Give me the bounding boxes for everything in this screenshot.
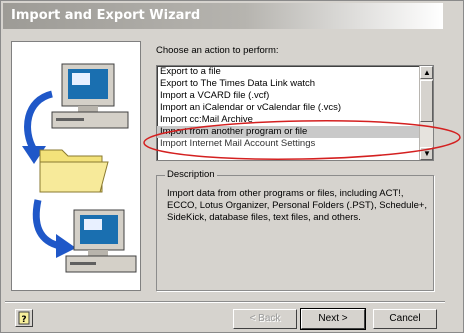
description-group: Description Import data from other progr… [156, 169, 434, 291]
title-bar: Import and Export Wizard [3, 3, 443, 29]
scroll-thumb[interactable] [420, 80, 433, 122]
listbox-scrollbar[interactable]: ▲ ▼ [419, 66, 433, 160]
scroll-up-button[interactable]: ▲ [420, 66, 433, 79]
arrow-down-icon: ▼ [423, 149, 431, 158]
list-item[interactable]: Import Internet Mail Account Settings [157, 138, 419, 150]
list-item[interactable]: Export to The Times Data Link watch [157, 78, 419, 90]
list-item[interactable]: Import cc:Mail Archive [157, 114, 419, 126]
action-listbox[interactable]: Export to a file Export to The Times Dat… [156, 65, 434, 161]
folder-icon [39, 149, 109, 193]
description-legend: Description [165, 169, 217, 180]
arrow-up-icon: ▲ [423, 68, 431, 77]
window-title: Import and Export Wizard [11, 8, 201, 23]
import-export-wizard-window: Import and Export Wizard Choose an actio… [0, 0, 464, 333]
curved-arrow-icon [32, 199, 76, 258]
list-item[interactable]: Import a VCARD file (.vcf) [157, 90, 419, 102]
list-item-selected[interactable]: Import from another program or file [157, 126, 419, 138]
footer-divider [5, 301, 445, 303]
help-icon: ? [18, 311, 30, 325]
cancel-button[interactable]: Cancel [373, 309, 437, 329]
wizard-illustration [11, 41, 141, 291]
svg-text:?: ? [21, 315, 26, 325]
list-item[interactable]: Export to a file [157, 66, 419, 78]
next-button[interactable]: Next > [300, 308, 366, 330]
back-button[interactable]: < Back [233, 309, 297, 329]
list-item[interactable]: Import an iCalendar or vCalendar file (.… [157, 102, 419, 114]
action-prompt: Choose an action to perform: [156, 45, 279, 56]
description-text: Import data from other programs or files… [167, 188, 428, 223]
computer-icon [51, 63, 129, 129]
scroll-down-button[interactable]: ▼ [420, 147, 433, 160]
computer-icon [65, 209, 137, 273]
help-button[interactable]: ? [15, 309, 33, 327]
